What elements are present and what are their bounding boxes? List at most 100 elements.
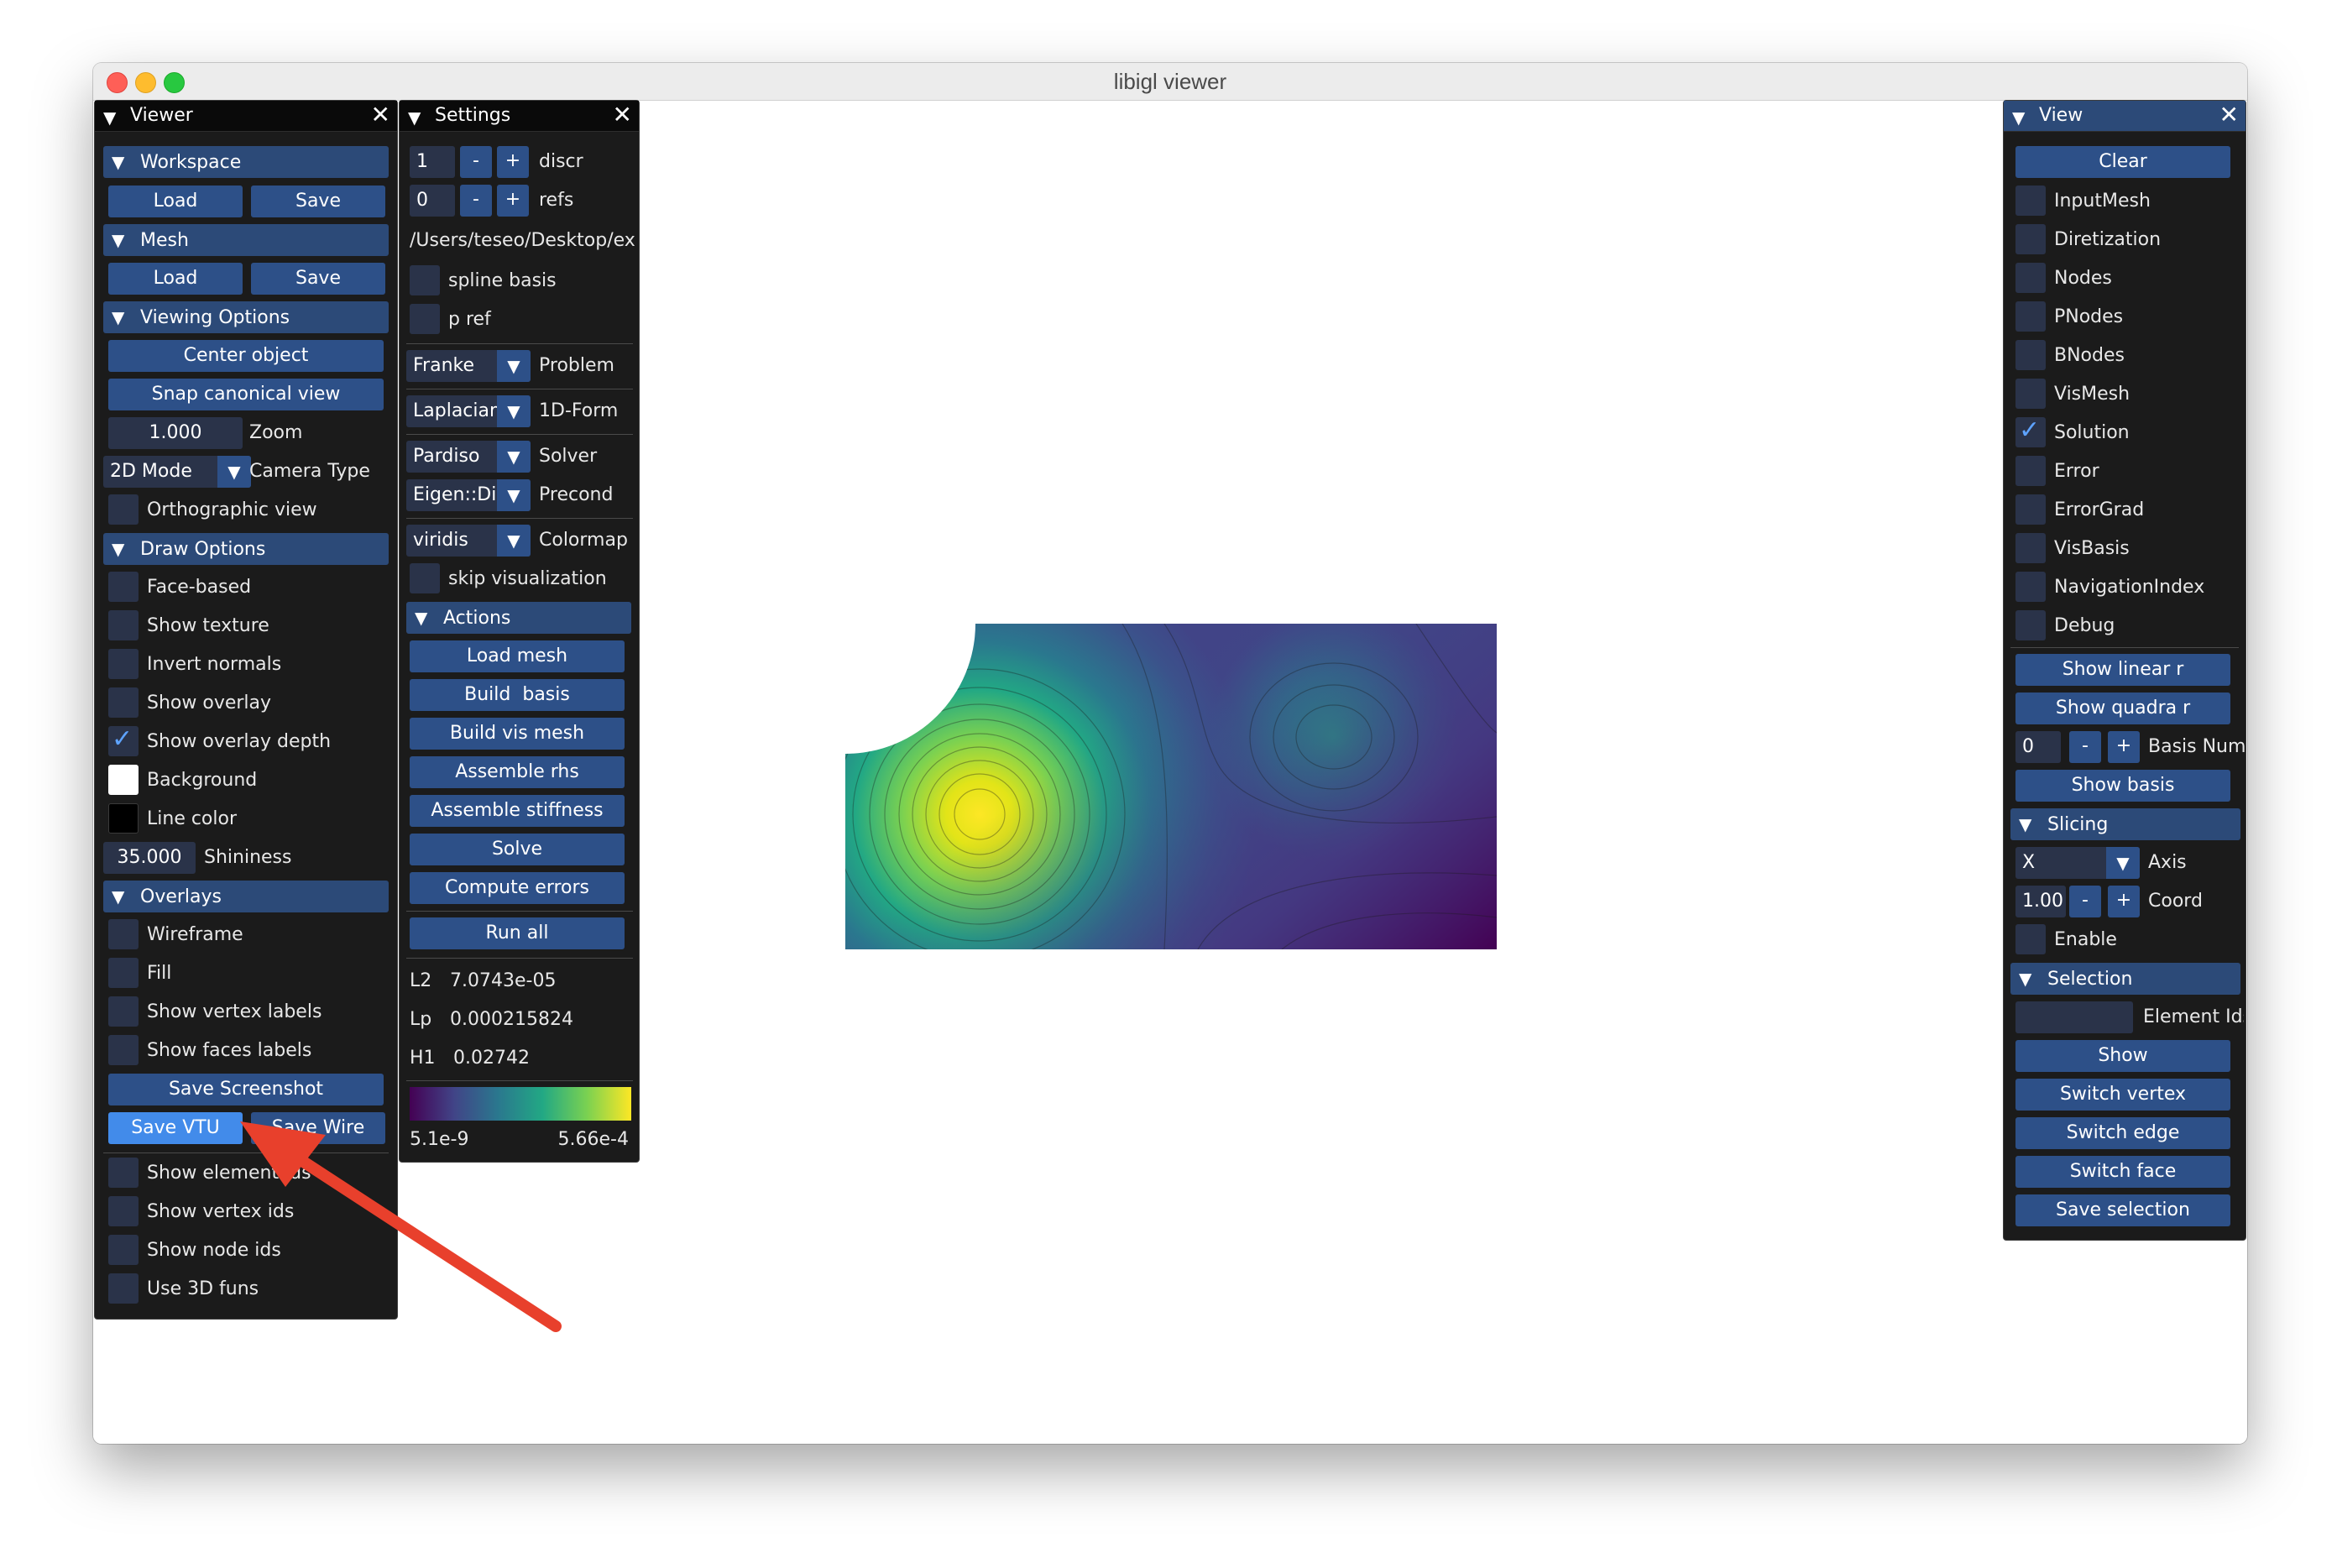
camera-type-select[interactable]: 2D Mode ▼ (103, 456, 251, 488)
triangle-down-icon[interactable]: ▼ (2012, 107, 2025, 128)
show-overlay-checkbox[interactable] (108, 687, 139, 718)
layer-visbasis-checkbox[interactable] (2015, 533, 2046, 563)
spline-basis-checkbox[interactable] (410, 265, 440, 295)
layer-pnodes-checkbox[interactable] (2015, 301, 2046, 332)
skip-visualization-checkbox[interactable] (410, 563, 440, 593)
center-object-button[interactable]: Center object (108, 340, 384, 372)
form-select[interactable]: Laplacian ▼ (406, 395, 531, 427)
assemble-rhs-button[interactable]: Assemble rhs (410, 756, 625, 788)
refs-plus-button[interactable]: + (497, 185, 529, 217)
show-node-ids-checkbox[interactable] (108, 1235, 139, 1265)
workspace-save-button[interactable]: Save (251, 186, 385, 217)
assemble-stiffness-button[interactable]: Assemble stiffness (410, 795, 625, 827)
solution-plot[interactable] (845, 624, 1497, 949)
layer-nodes-checkbox[interactable] (2015, 263, 2046, 293)
orthographic-checkbox[interactable] (108, 494, 139, 525)
show-faces-labels-checkbox[interactable] (108, 1035, 139, 1065)
layer-solution-checkbox[interactable]: ✓ (2015, 416, 2046, 447)
switch-vertex-button[interactable]: Switch vertex (2015, 1079, 2230, 1111)
show-linear-button[interactable]: Show linear r (2015, 654, 2230, 686)
invert-normals-checkbox[interactable] (108, 649, 139, 679)
save-selection-button[interactable]: Save selection (2015, 1194, 2230, 1226)
axis-select[interactable]: X ▼ (2015, 847, 2140, 879)
build-basis-button[interactable]: Build basis (410, 679, 625, 711)
problem-select[interactable]: Franke ▼ (406, 350, 531, 382)
run-all-button[interactable]: Run all (410, 917, 625, 949)
show-overlay-depth-checkbox[interactable]: ✓ (108, 724, 139, 756)
zoom-field[interactable]: 1.000 (108, 417, 243, 449)
workspace-header[interactable]: ▼ Workspace (103, 146, 389, 178)
viewer-panel-titlebar[interactable]: ▼ Viewer ✕ (95, 101, 397, 132)
load-mesh-button[interactable]: Load mesh (410, 640, 625, 672)
draw-options-header[interactable]: ▼ Draw Options (103, 533, 389, 565)
layer-vismesh-checkbox[interactable] (2015, 379, 2046, 409)
basis-num-minus-button[interactable]: - (2069, 731, 2101, 763)
view-panel-titlebar[interactable]: ▼ View ✕ (2004, 101, 2246, 132)
layer-navigationindex-checkbox[interactable] (2015, 572, 2046, 602)
solve-button[interactable]: Solve (410, 834, 625, 865)
build-vis-mesh-button[interactable]: Build vis mesh (410, 718, 625, 750)
coord-minus-button[interactable]: - (2069, 886, 2101, 917)
layer-diretization-checkbox[interactable] (2015, 224, 2046, 254)
layer-debug-checkbox[interactable] (2015, 610, 2046, 640)
refs-minus-button[interactable]: - (460, 185, 492, 217)
show-vertex-labels-checkbox[interactable] (108, 996, 139, 1027)
shininess-field[interactable]: 35.000 (103, 842, 196, 874)
close-icon[interactable]: ✕ (2219, 102, 2239, 128)
mesh-header[interactable]: ▼ Mesh (103, 224, 389, 256)
save-screenshot-button[interactable]: Save Screenshot (108, 1074, 384, 1105)
show-vertex-ids-checkbox[interactable] (108, 1196, 139, 1226)
overlays-header[interactable]: ▼ Overlays (103, 881, 389, 912)
workspace-load-button[interactable]: Load (108, 186, 243, 217)
layer-inputmesh-checkbox[interactable] (2015, 186, 2046, 216)
mesh-load-button[interactable]: Load (108, 263, 243, 295)
triangle-down-icon[interactable]: ▼ (103, 107, 116, 128)
settings-panel-titlebar[interactable]: ▼ Settings ✕ (400, 101, 639, 132)
coord-field[interactable]: 1.00 (2015, 886, 2066, 917)
p-ref-checkbox[interactable] (410, 304, 440, 334)
basis-num-plus-button[interactable]: + (2108, 731, 2140, 763)
switch-face-button[interactable]: Switch face (2015, 1156, 2230, 1188)
enable-slicing-checkbox[interactable] (2015, 924, 2046, 954)
line-color-swatch[interactable] (108, 803, 139, 834)
close-icon[interactable]: ✕ (371, 102, 390, 128)
basis-num-field[interactable]: 0 (2015, 731, 2061, 763)
coord-plus-button[interactable]: + (2108, 886, 2140, 917)
use-3d-funs-checkbox[interactable] (108, 1273, 139, 1304)
selection-header[interactable]: ▼ Selection (2010, 963, 2240, 995)
show-basis-button[interactable]: Show basis (2015, 770, 2230, 802)
discr-field[interactable]: 1 (410, 146, 455, 178)
settings-panel: ▼ Settings ✕ 1 - + discr 0 - + refs /Use… (399, 100, 640, 1163)
show-quadra-button[interactable]: Show quadra r (2015, 693, 2230, 724)
show-element-ids-checkbox[interactable] (108, 1158, 139, 1188)
layer-errorgrad-checkbox[interactable] (2015, 494, 2046, 525)
switch-edge-button[interactable]: Switch edge (2015, 1117, 2230, 1149)
compute-errors-button[interactable]: Compute errors (410, 872, 625, 904)
show-texture-checkbox[interactable] (108, 610, 139, 640)
layer-error-checkbox[interactable] (2015, 456, 2046, 486)
solver-select[interactable]: Pardiso ▼ (406, 441, 531, 473)
element-ids-input[interactable] (2015, 1001, 2133, 1033)
background-color-swatch[interactable] (108, 765, 139, 795)
save-vtu-button[interactable]: Save VTU (108, 1112, 243, 1144)
viewing-options-header[interactable]: ▼ Viewing Options (103, 301, 389, 333)
discr-minus-button[interactable]: - (460, 146, 492, 178)
wireframe-checkbox[interactable] (108, 919, 139, 949)
actions-header[interactable]: ▼ Actions (406, 602, 631, 634)
mesh-save-button[interactable]: Save (251, 263, 385, 295)
triangle-down-icon[interactable]: ▼ (408, 107, 421, 128)
fill-checkbox[interactable] (108, 958, 139, 988)
close-icon[interactable]: ✕ (613, 102, 632, 128)
save-wire-button[interactable]: Save Wire (251, 1112, 385, 1144)
colormap-select[interactable]: viridis ▼ (406, 525, 531, 557)
slicing-header[interactable]: ▼ Slicing (2010, 808, 2240, 840)
refs-field[interactable]: 0 (410, 185, 455, 217)
discr-plus-button[interactable]: + (497, 146, 529, 178)
precond-select[interactable]: Eigen::Dia ▼ (406, 479, 531, 511)
clear-button[interactable]: Clear (2015, 146, 2230, 178)
face-based-checkbox[interactable] (108, 572, 139, 602)
snap-canonical-view-button[interactable]: Snap canonical view (108, 379, 384, 410)
colormap-label: Colormap (539, 530, 628, 551)
layer-bnodes-checkbox[interactable] (2015, 340, 2046, 370)
selection-show-button[interactable]: Show (2015, 1040, 2230, 1072)
